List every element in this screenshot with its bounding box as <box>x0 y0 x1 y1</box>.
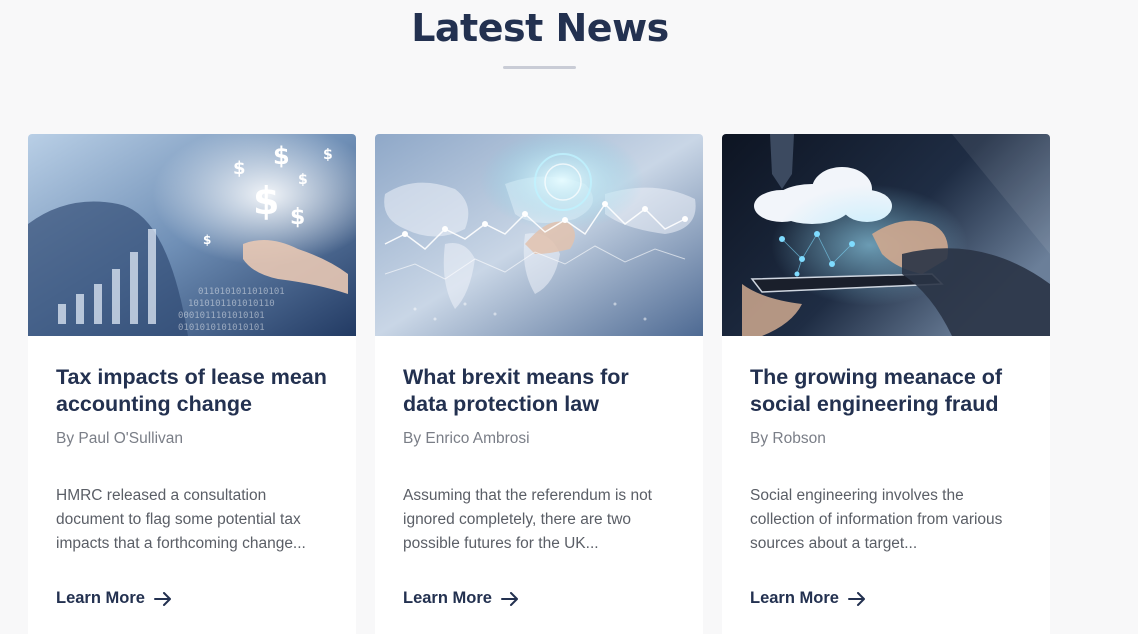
svg-text:$: $ <box>203 233 211 247</box>
svg-text:$: $ <box>253 179 279 223</box>
svg-text:$: $ <box>323 147 333 163</box>
news-card: What brexit means for data protection la… <box>375 134 703 634</box>
finance-dollar-chart-image[interactable]: $ $ $ $ $ $ $ 0110101011010101 101010110… <box>28 134 356 336</box>
card-author: By Robson <box>750 430 826 447</box>
card-excerpt: Assuming that the referendum is not igno… <box>403 487 652 552</box>
learn-more-label: Learn More <box>56 589 145 607</box>
learn-more-link[interactable]: Learn More <box>750 589 866 608</box>
card-title[interactable]: Tax impacts of lease mean accounting cha… <box>56 364 328 418</box>
learn-more-label: Learn More <box>750 589 839 607</box>
svg-text:0101010101010101: 0101010101010101 <box>178 323 265 333</box>
card-excerpt: HMRC released a consultation document to… <box>56 487 306 552</box>
card-title[interactable]: What brexit means for data protection la… <box>403 364 675 418</box>
svg-text:1010101101010110: 1010101101010110 <box>188 299 275 309</box>
news-card: The growing meanace of social engineerin… <box>722 134 1050 634</box>
svg-text:$: $ <box>273 142 290 170</box>
section-title: Latest News <box>411 6 669 50</box>
world-map-data-image[interactable] <box>375 134 703 336</box>
arrow-right-icon <box>847 591 865 606</box>
title-underline-divider <box>503 66 576 69</box>
card-author: By Enrico Ambrosi <box>403 430 530 447</box>
news-card: $ $ $ $ $ $ $ 0110101011010101 101010110… <box>28 134 356 634</box>
news-card-list: $ $ $ $ $ $ $ 0110101011010101 101010110… <box>28 134 1050 634</box>
svg-text:0001011101010101: 0001011101010101 <box>178 311 265 321</box>
learn-more-link[interactable]: Learn More <box>56 589 172 608</box>
svg-text:$: $ <box>290 205 305 230</box>
learn-more-link[interactable]: Learn More <box>403 589 519 608</box>
svg-text:$: $ <box>233 158 246 179</box>
card-author: By Paul O'Sullivan <box>56 430 184 447</box>
card-excerpt: Social engineering involves the collecti… <box>750 487 1003 552</box>
svg-text:0110101011010101: 0110101011010101 <box>198 287 285 297</box>
cloud-tablet-image[interactable] <box>722 134 1050 336</box>
svg-text:$: $ <box>298 172 308 188</box>
card-title[interactable]: The growing meanace of social engineerin… <box>750 364 1022 418</box>
learn-more-label: Learn More <box>403 589 492 607</box>
arrow-right-icon <box>500 591 518 606</box>
arrow-right-icon <box>153 591 171 606</box>
